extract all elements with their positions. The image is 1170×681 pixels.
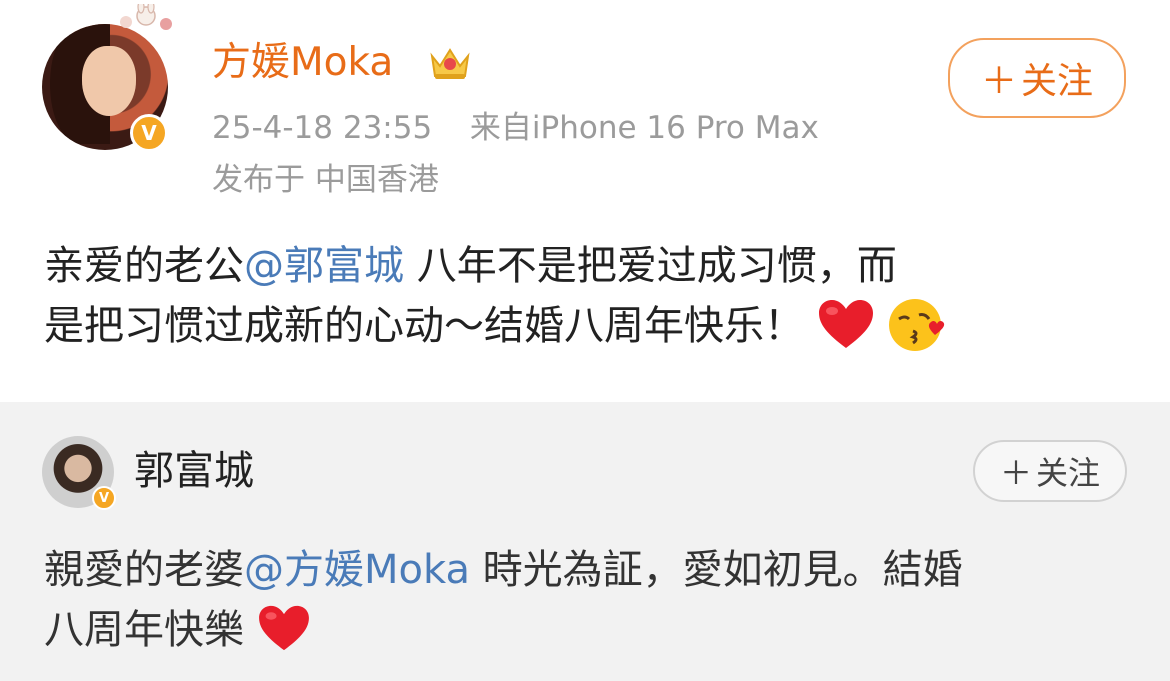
- repost-text-line-1: 親愛的老婆@方媛Moka 時光為証，愛如初見。結婚: [44, 540, 1134, 600]
- verified-icon: V: [130, 114, 168, 152]
- avatar-decoration-icon: [120, 4, 172, 30]
- mention-link[interactable]: @郭富城: [244, 243, 404, 289]
- weibo-post: V 方媛Moka 25-4-18 23:55 来自iPhone 16 Pro M…: [0, 0, 1170, 402]
- heart-emoji-icon: [258, 605, 309, 651]
- plus-icon: ＋: [980, 61, 1017, 102]
- text-segment: 八年不是把爱过成习惯，而: [404, 243, 897, 289]
- verified-icon: V: [92, 486, 116, 510]
- text-segment: 親愛的老婆: [44, 547, 244, 593]
- post-source: 来自iPhone 16 Pro Max: [469, 110, 819, 146]
- kiss-emoji-icon: [889, 299, 945, 351]
- repost-author-name[interactable]: 郭富城: [134, 448, 254, 494]
- follow-label: 关注: [1021, 61, 1094, 102]
- repost-avatar[interactable]: V: [42, 436, 116, 510]
- post-timestamp: 25-4-18 23:55: [212, 110, 433, 146]
- crown-icon: [430, 48, 470, 79]
- text-segment: 時光為証，愛如初見。結婚: [469, 547, 963, 593]
- heart-emoji-icon: [818, 300, 873, 348]
- post-text-line-1: 亲爱的老公@郭富城 八年不是把爱过成习惯，而: [44, 236, 1134, 296]
- follow-label: 关注: [1036, 454, 1101, 492]
- plus-icon: ＋: [999, 454, 1032, 492]
- author-name[interactable]: 方媛Moka: [212, 40, 393, 86]
- post-text: 亲爱的老公@郭富城 八年不是把爱过成习惯，而 是把习惯过成新的心动～结婚八周年快…: [44, 236, 1134, 357]
- mention-link[interactable]: @方媛Moka: [244, 547, 470, 593]
- repost-text-line-2: 八周年快樂: [44, 600, 1134, 660]
- post-location: 发布于 中国香港: [212, 162, 439, 198]
- follow-button[interactable]: ＋ 关注: [948, 38, 1126, 118]
- post-meta: 25-4-18 23:55 来自iPhone 16 Pro Max: [212, 108, 819, 148]
- text-segment: 是把习惯过成新的心动～结婚八周年快乐！: [44, 303, 804, 349]
- text-segment: 八周年快樂: [44, 607, 244, 653]
- repost-follow-button[interactable]: ＋ 关注: [973, 440, 1127, 502]
- post-text-line-2: 是把习惯过成新的心动～结婚八周年快乐！: [44, 296, 1134, 357]
- author-avatar[interactable]: V: [42, 24, 168, 152]
- repost-text: 親愛的老婆@方媛Moka 時光為証，愛如初見。結婚 八周年快樂: [44, 540, 1134, 660]
- text-segment: 亲爱的老公: [44, 243, 244, 289]
